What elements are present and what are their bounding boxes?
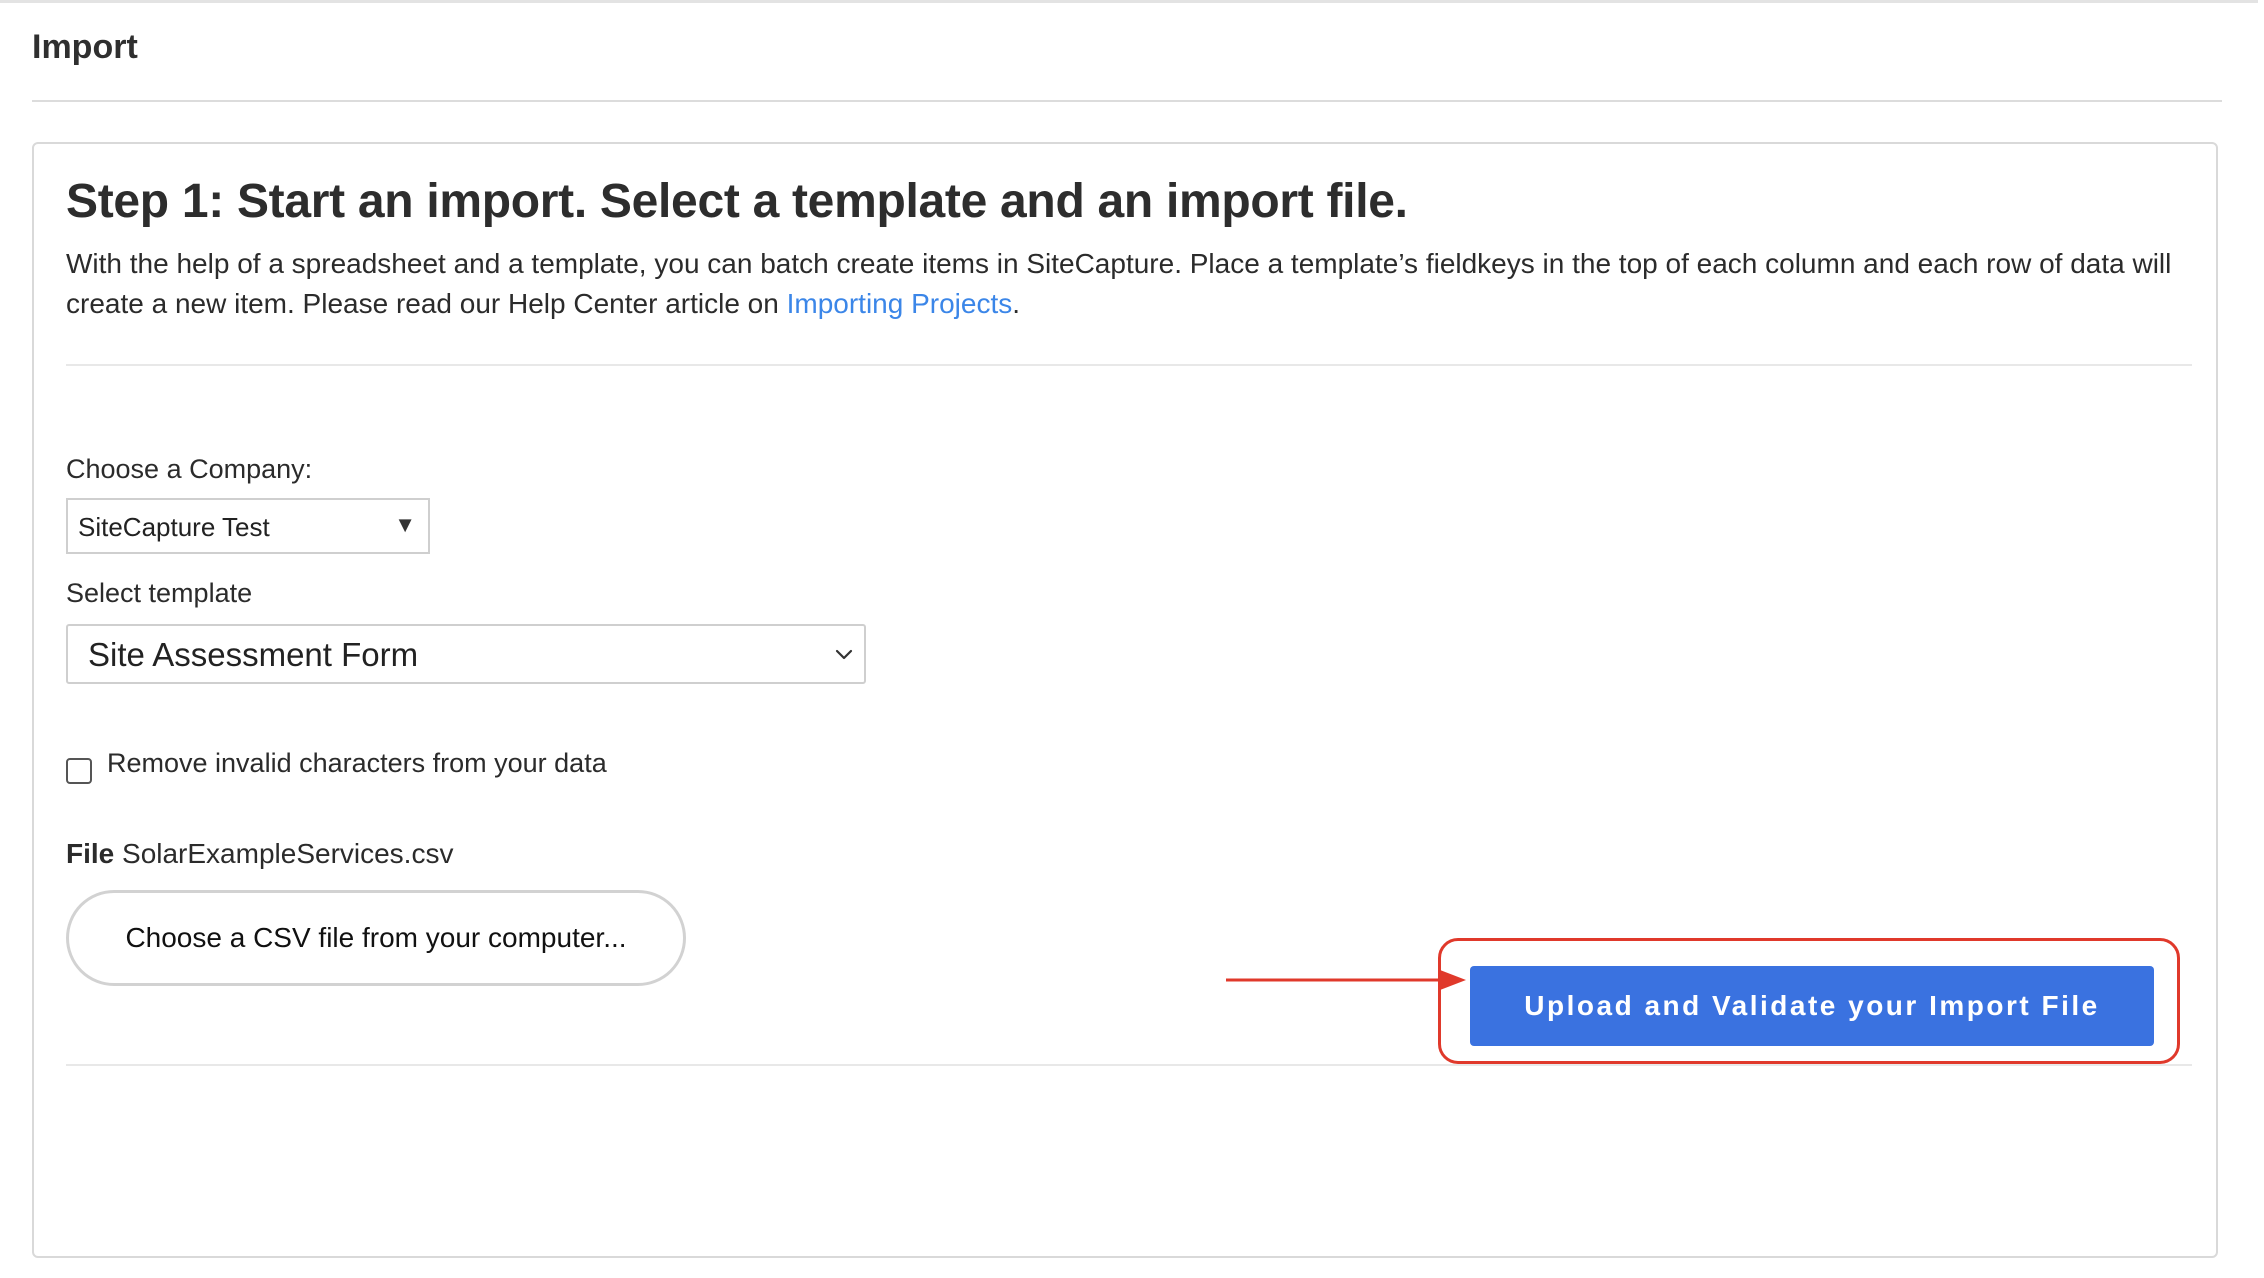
- file-name: SolarExampleServices.csv: [122, 838, 454, 869]
- section-divider: [66, 364, 2192, 366]
- template-select[interactable]: Site Assessment Form: [66, 624, 866, 684]
- company-select[interactable]: SiteCapture Test ▼: [66, 498, 430, 554]
- step-heading: Step 1: Start an import. Select a templa…: [66, 175, 1408, 228]
- choose-csv-button[interactable]: Choose a CSV file from your computer...: [66, 890, 686, 986]
- remove-invalid-checkbox[interactable]: [66, 758, 92, 784]
- actions-divider: [66, 1064, 2192, 1066]
- intro-text: With the help of a spreadsheet and a tem…: [66, 244, 2206, 324]
- template-label: Select template: [66, 578, 253, 608]
- template-select-value: Site Assessment Form: [88, 636, 419, 673]
- caret-down-icon: ▼: [394, 512, 416, 537]
- title-divider: [32, 100, 2222, 102]
- import-step-card: Step 1: Start an import. Select a templa…: [32, 142, 2218, 1258]
- page-title: Import: [32, 28, 138, 66]
- importing-projects-link[interactable]: Importing Projects: [787, 288, 1013, 319]
- company-select-value: SiteCapture Test: [78, 512, 270, 542]
- remove-invalid-label[interactable]: Remove invalid characters from your data: [107, 748, 607, 779]
- upload-validate-button[interactable]: Upload and Validate your Import File: [1470, 966, 2154, 1046]
- intro-body: With the help of a spreadsheet and a tem…: [66, 248, 2172, 319]
- right-edge: [2258, 0, 2264, 1278]
- company-label: Choose a Company:: [66, 454, 313, 484]
- file-info: File SolarExampleServices.csv: [66, 838, 453, 870]
- top-border: [0, 0, 2264, 3]
- file-label: File: [66, 838, 115, 869]
- intro-end: .: [1012, 288, 1021, 319]
- chevron-down-icon: [835, 649, 853, 660]
